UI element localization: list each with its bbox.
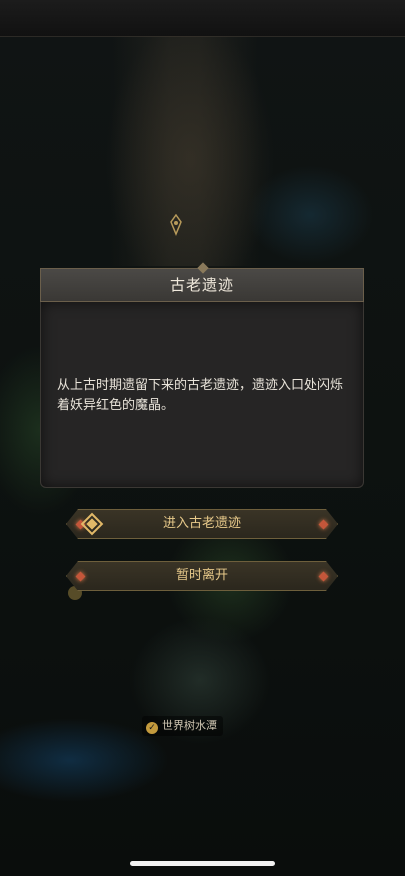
dialog-title: 古老遗迹 xyxy=(169,276,234,294)
enter-ruins-button[interactable]: 进入古老遗迹 xyxy=(66,509,338,539)
event-dialog: 古老遗迹 从上古时期遗留下来的古老遗迹，遗迹入口处闪烁着妖异红色的魔晶。 xyxy=(40,262,364,488)
enter-ruins-label: 进入古老遗迹 xyxy=(162,516,241,531)
ruins-icon xyxy=(80,512,104,536)
gem-ornament xyxy=(76,572,86,582)
home-indicator[interactable] xyxy=(130,861,275,866)
map-marker-icon[interactable] xyxy=(168,213,184,236)
location-name: 世界树水潭 xyxy=(162,719,217,732)
check-icon: ✓ xyxy=(146,722,158,734)
leave-button[interactable]: 暂时离开 xyxy=(66,561,338,591)
gem-ornament xyxy=(319,572,329,582)
gem-ornament xyxy=(319,520,329,530)
dialog-description: 从上古时期遗留下来的古老遗迹，遗迹入口处闪烁着妖异红色的魔晶。 xyxy=(57,378,344,413)
leave-label: 暂时离开 xyxy=(175,568,228,583)
map-location-label[interactable]: ✓ 世界树水潭 xyxy=(142,716,223,736)
dialog-body: 从上古时期遗留下来的古老遗迹，遗迹入口处闪烁着妖异红色的魔晶。 xyxy=(40,302,364,488)
dialog-header: 古老遗迹 xyxy=(40,262,364,302)
world-tree xyxy=(110,36,260,266)
top-frame xyxy=(0,0,405,37)
